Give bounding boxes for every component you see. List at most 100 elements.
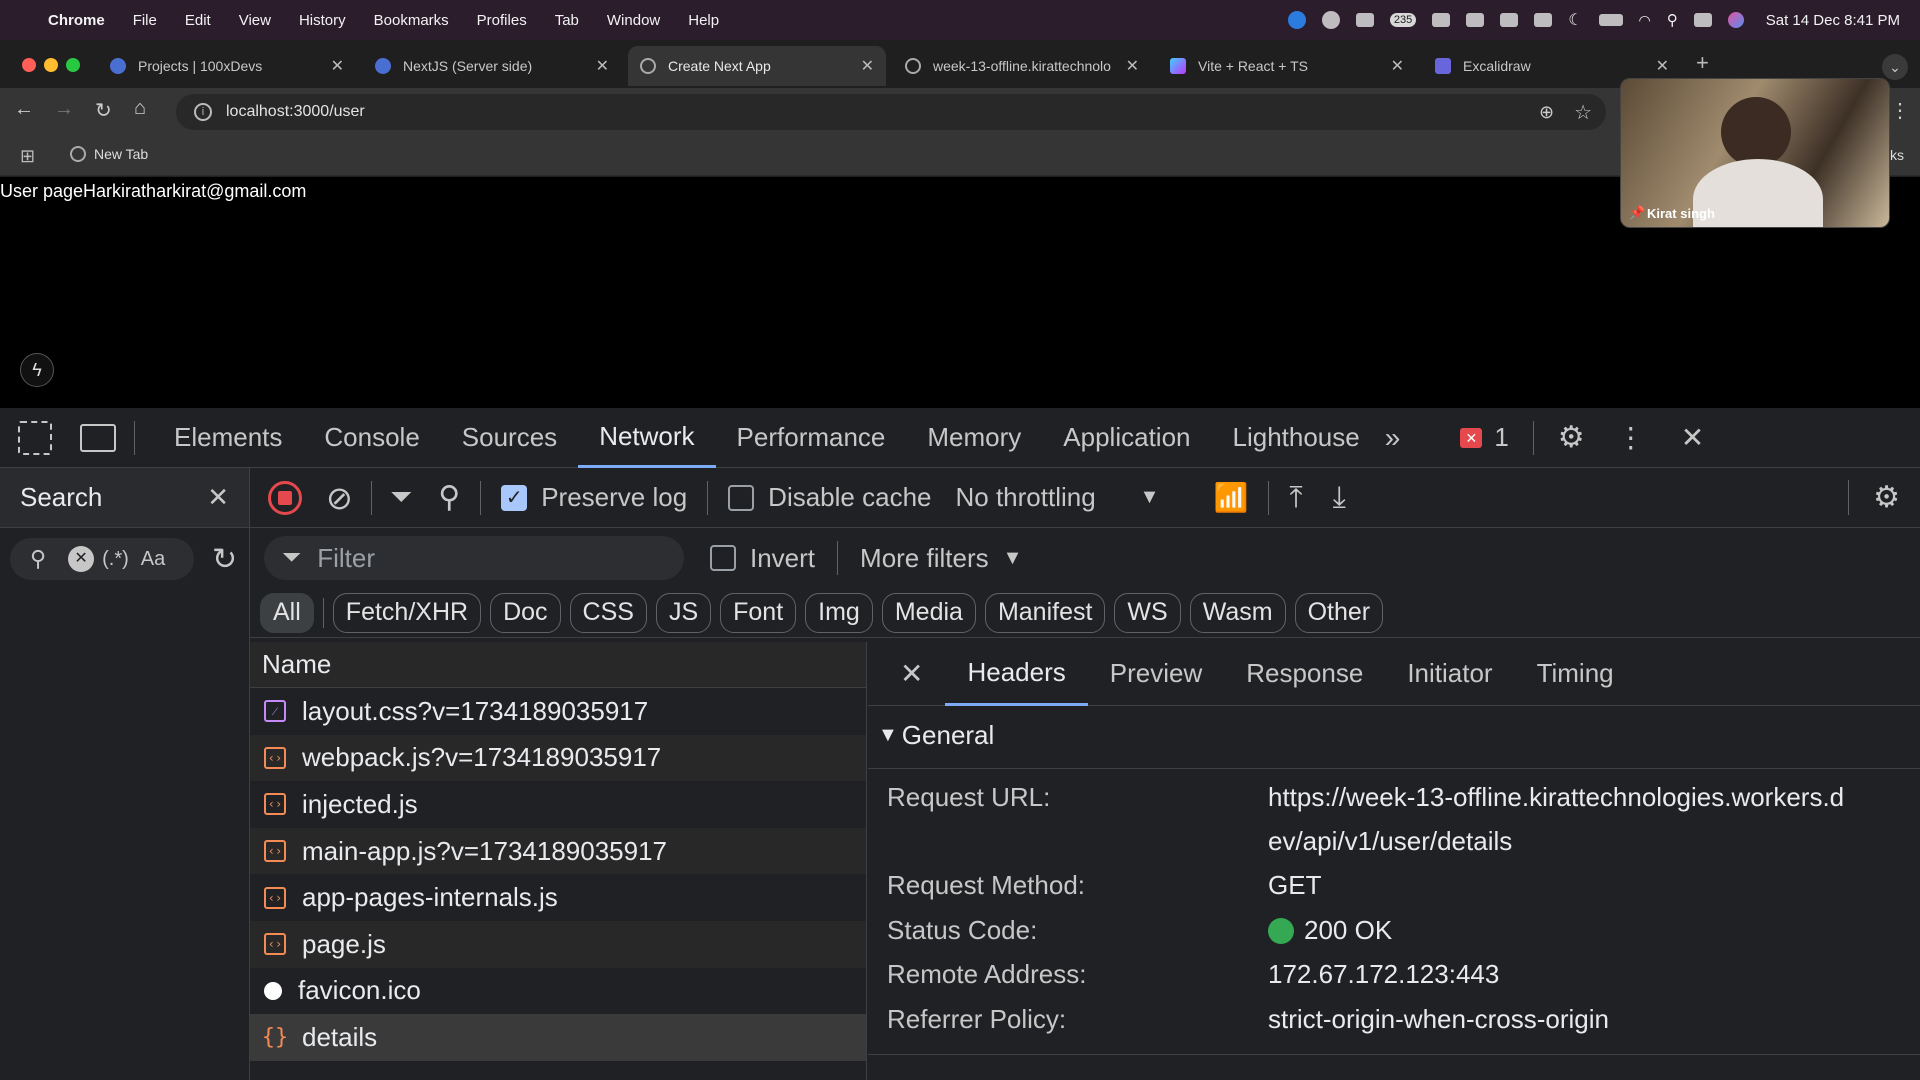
tab-lighthouse[interactable]: Lighthouse: [1212, 408, 1381, 468]
tab-network[interactable]: Network: [578, 408, 716, 468]
menu-window[interactable]: Window: [607, 12, 660, 29]
sync-icon[interactable]: [1321, 11, 1340, 29]
more-filters-dropdown[interactable]: More filters ▼: [860, 543, 1022, 574]
extension-icon[interactable]: [1355, 13, 1374, 27]
refresh-search-icon[interactable]: ↻: [212, 542, 237, 577]
disable-cache-label[interactable]: Disable cache: [768, 482, 931, 513]
wifi-icon[interactable]: ◠: [1639, 12, 1651, 29]
chip-font[interactable]: Font: [720, 592, 797, 633]
match-case-toggle[interactable]: Aa: [141, 548, 165, 571]
tab-sources[interactable]: Sources: [441, 408, 578, 468]
close-devtools-icon[interactable]: ✕: [1681, 421, 1704, 454]
name-column-header[interactable]: Name: [250, 642, 866, 688]
request-row[interactable]: ‹› main-app.js?v=1734189035917: [250, 827, 866, 875]
filter-funnel-icon[interactable]: ⏷: [390, 481, 412, 514]
zoom-window-button[interactable]: [66, 58, 80, 72]
video-call-overlay[interactable]: 📌 Kirat singh: [1620, 78, 1890, 228]
tab-nextjs[interactable]: NextJS (Server side) ✕: [363, 46, 621, 86]
cloud-icon[interactable]: [1432, 13, 1451, 27]
filter-input[interactable]: ⏷ Filter: [264, 536, 684, 580]
back-icon[interactable]: ←: [14, 98, 34, 121]
request-row[interactable]: favicon.ico: [250, 968, 866, 1015]
tab-response[interactable]: Response: [1224, 642, 1385, 706]
invert-label[interactable]: Invert: [750, 543, 815, 574]
tab-headers[interactable]: Headers: [945, 642, 1088, 706]
request-row[interactable]: ‹› injected.js: [250, 781, 866, 828]
search-tab[interactable]: Search ✕: [0, 468, 249, 528]
close-tab-icon[interactable]: ✕: [1656, 56, 1669, 76]
preserve-log-checkbox[interactable]: ✓: [501, 484, 528, 511]
notification-badge[interactable]: 235: [1389, 13, 1417, 27]
bookmark-new-tab[interactable]: New Tab: [70, 146, 148, 162]
site-info-icon[interactable]: i: [194, 103, 212, 121]
regex-toggle[interactable]: (.*): [102, 548, 129, 571]
disable-cache-checkbox[interactable]: [728, 484, 755, 511]
menu-chrome[interactable]: Chrome: [48, 12, 105, 29]
reload-icon[interactable]: ↻: [95, 98, 112, 123]
tab-vite-react[interactable]: Vite + React + TS ✕: [1158, 46, 1416, 86]
zoom-icon[interactable]: [1287, 11, 1306, 29]
network-conditions-icon[interactable]: 📶: [1213, 481, 1248, 514]
general-section-header[interactable]: ▼ General: [878, 720, 994, 751]
close-details-icon[interactable]: ✕: [900, 657, 923, 690]
close-tab-icon[interactable]: ✕: [596, 56, 609, 76]
menu-profiles[interactable]: Profiles: [477, 12, 527, 29]
menu-edit[interactable]: Edit: [185, 12, 211, 29]
close-tab-icon[interactable]: ✕: [861, 56, 874, 76]
send-icon[interactable]: [1466, 13, 1485, 27]
chrome-menu-icon[interactable]: ⋮: [1890, 98, 1910, 123]
close-tab-icon[interactable]: ✕: [331, 56, 344, 76]
clock[interactable]: Sat 14 Dec 8:41 PM: [1766, 12, 1900, 29]
moon-icon[interactable]: ☾: [1568, 10, 1582, 30]
tab-performance[interactable]: Performance: [716, 408, 907, 468]
control-center-icon[interactable]: [1693, 13, 1712, 27]
tab-projects[interactable]: Projects | 100xDevs ✕: [98, 46, 356, 86]
menu-bookmarks[interactable]: Bookmarks: [374, 12, 449, 29]
tab-memory[interactable]: Memory: [906, 408, 1042, 468]
close-tab-icon[interactable]: ✕: [1391, 56, 1404, 76]
chip-doc[interactable]: Doc: [490, 592, 561, 633]
close-search-icon[interactable]: ✕: [207, 482, 229, 513]
device-toolbar-icon[interactable]: [80, 423, 116, 452]
devtools-menu-icon[interactable]: ⋮: [1617, 421, 1645, 454]
tab-console[interactable]: Console: [303, 408, 440, 468]
inspect-element-icon[interactable]: [18, 420, 52, 455]
tab-create-next-app[interactable]: Create Next App ✕: [628, 46, 886, 86]
tab-timing[interactable]: Timing: [1515, 642, 1636, 706]
search-network-icon[interactable]: ⚲: [438, 480, 460, 515]
request-row[interactable]: ⁄ layout.css?v=1734189035917: [250, 688, 866, 735]
bookmark-star-icon[interactable]: ☆: [1574, 100, 1592, 125]
chip-media[interactable]: Media: [881, 592, 976, 633]
chip-manifest[interactable]: Manifest: [984, 592, 1106, 633]
tab-initiator[interactable]: Initiator: [1385, 642, 1514, 706]
tab-application[interactable]: Application: [1042, 408, 1211, 468]
tab-elements[interactable]: Elements: [153, 408, 303, 468]
import-har-icon[interactable]: ⤒: [1289, 481, 1302, 515]
url-text[interactable]: localhost:3000/user: [226, 103, 365, 121]
menu-history[interactable]: History: [299, 12, 346, 29]
chip-wasm[interactable]: Wasm: [1189, 592, 1286, 633]
chip-js[interactable]: JS: [655, 592, 712, 633]
clear-log-icon[interactable]: ⊘: [326, 479, 353, 517]
tab-week-13[interactable]: week-13-offline.kirattechnolo ✕: [893, 46, 1151, 86]
tab-preview[interactable]: Preview: [1088, 642, 1224, 706]
menu-file[interactable]: File: [133, 12, 157, 29]
clear-search-icon[interactable]: ✕: [68, 546, 95, 572]
tab-search-icon[interactable]: ⌄: [1882, 54, 1908, 80]
request-row-selected[interactable]: {} details: [250, 1014, 866, 1061]
error-indicator[interactable]: ✕ 1: [1460, 422, 1509, 453]
close-window-button[interactable]: [22, 58, 36, 72]
more-tabs-icon[interactable]: »: [1385, 422, 1401, 454]
request-row[interactable]: ‹› app-pages-internals.js: [250, 874, 866, 921]
chip-img[interactable]: Img: [805, 592, 873, 633]
close-tab-icon[interactable]: ✕: [1126, 56, 1139, 76]
request-row[interactable]: ‹› page.js: [250, 920, 866, 968]
throttling-select[interactable]: No throttling ▼: [955, 482, 1159, 513]
chip-ws[interactable]: WS: [1114, 592, 1181, 633]
chip-css[interactable]: CSS: [569, 592, 647, 633]
export-har-icon[interactable]: ⤓: [1333, 481, 1346, 515]
bell-icon[interactable]: [1500, 13, 1519, 27]
chip-all[interactable]: All: [260, 592, 314, 633]
request-row[interactable]: ‹› webpack.js?v=1734189035917: [250, 734, 866, 782]
siri-icon[interactable]: [1727, 12, 1744, 28]
